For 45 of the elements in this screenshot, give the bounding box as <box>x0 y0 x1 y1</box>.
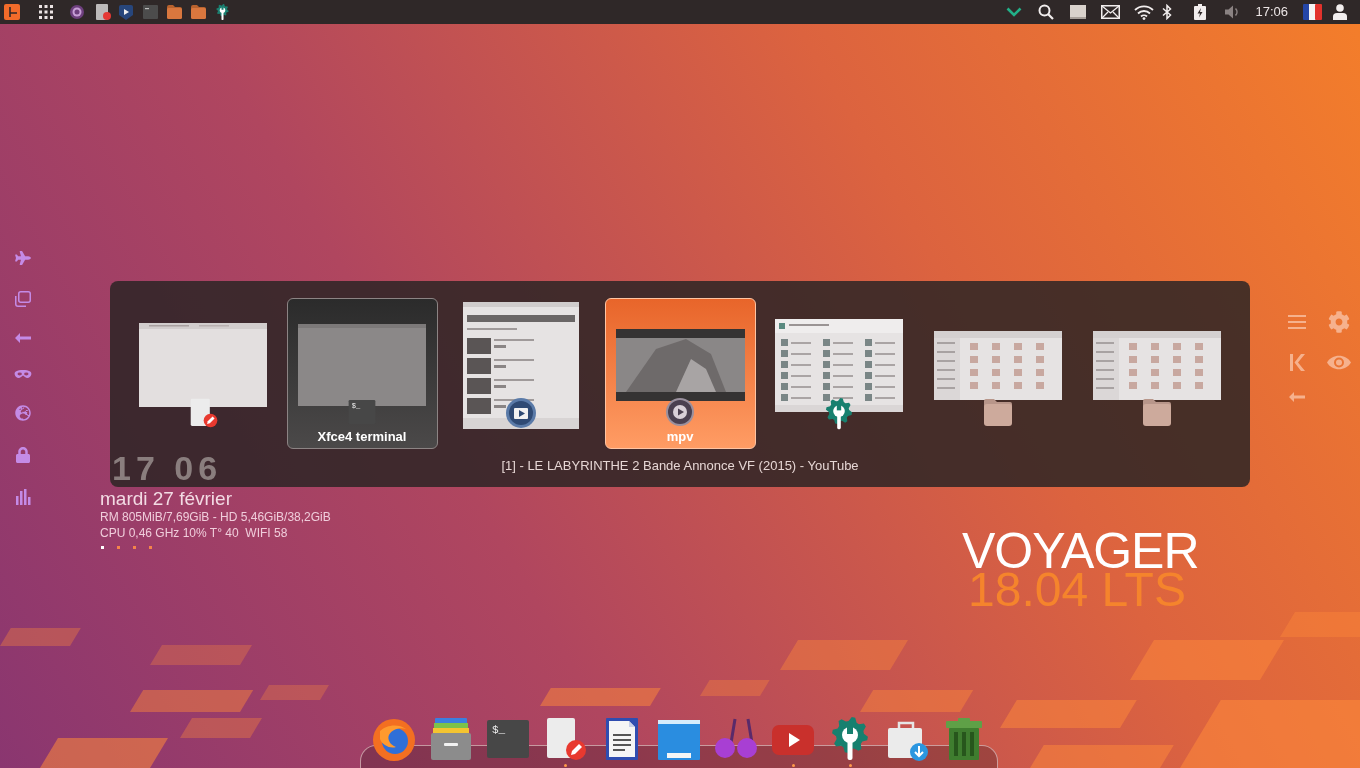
app-menu-icon[interactable] <box>4 4 20 20</box>
lock-icon[interactable] <box>16 447 30 463</box>
wifi-icon[interactable] <box>1134 4 1155 20</box>
arrow-left-icon[interactable] <box>15 333 31 343</box>
system-stats-text: RM 805MiB/7,69GiB - HD 5,46GiB/38,2GiB <box>100 509 331 525</box>
window-label: mpv <box>666 430 694 444</box>
flag-icon[interactable] <box>1303 4 1322 20</box>
play-icon <box>506 398 536 428</box>
window-icon[interactable] <box>657 717 701 761</box>
bluetooth-icon[interactable] <box>1162 4 1173 20</box>
gear-wrench-icon[interactable] <box>215 4 230 20</box>
brand-name: VOYAGER <box>962 532 1199 570</box>
user-icon[interactable] <box>1332 4 1348 20</box>
plane-icon[interactable] <box>15 251 31 265</box>
document-edit-icon <box>188 398 218 428</box>
mask-icon[interactable] <box>14 369 32 379</box>
folder-icon[interactable] <box>167 5 182 19</box>
gear-wrench-icon <box>823 398 855 430</box>
clock-text: 17:06 <box>1255 4 1288 20</box>
play-tile-icon[interactable] <box>119 4 133 20</box>
date-text: mardi 27 février <box>100 489 232 509</box>
window-title-caption: [1] - LE LABYRINTHE 2 Bande Annonce VF (2015) - YouTube <box>501 458 859 473</box>
app-grid-icon[interactable] <box>38 4 54 20</box>
folder-icon <box>1142 398 1172 426</box>
document-edit-icon[interactable] <box>95 4 111 20</box>
window-label: Xfce4 terminal <box>317 430 407 444</box>
mail-icon[interactable] <box>1101 5 1121 19</box>
folder-icon[interactable] <box>191 5 206 19</box>
bar-chart-icon[interactable] <box>15 489 31 505</box>
disc-icon[interactable] <box>70 5 84 19</box>
globe-icon[interactable] <box>372 717 416 761</box>
play-circle-icon <box>666 398 694 426</box>
chevron-down-icon[interactable] <box>1006 7 1023 17</box>
screen-icon[interactable] <box>1070 5 1087 19</box>
file-cabinet-icon[interactable] <box>429 717 473 761</box>
volume-icon[interactable] <box>1224 4 1241 20</box>
wallpaper-tile <box>700 680 770 696</box>
clock-time: 17 06 <box>112 451 223 485</box>
folder-icon <box>983 398 1013 426</box>
terminal-icon[interactable]: $_ <box>486 717 530 761</box>
search-icon[interactable] <box>1038 4 1055 20</box>
system-stats-text: CPU 0,46 GHz 10% T° 40 WIFI 58 <box>100 525 288 541</box>
globe-icon[interactable] <box>15 405 31 421</box>
battery-charging-icon[interactable] <box>1194 4 1207 20</box>
wallpaper-tile <box>260 685 329 700</box>
